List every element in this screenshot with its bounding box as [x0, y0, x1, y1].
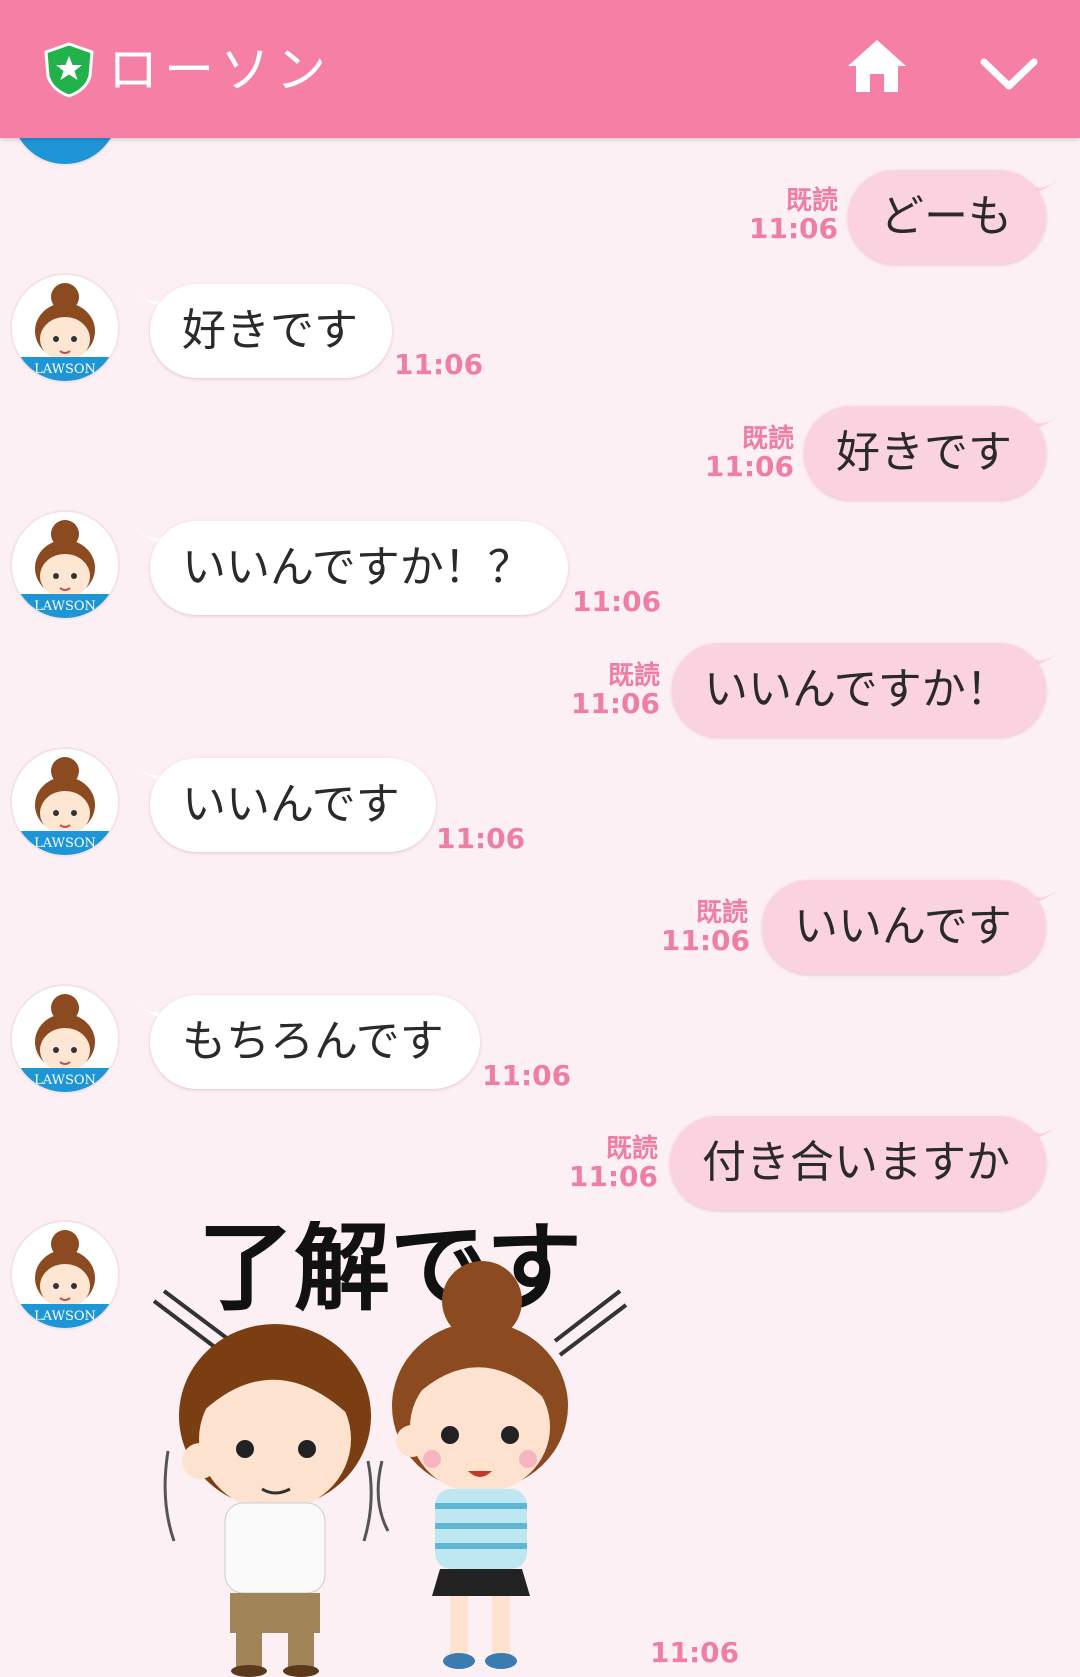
- home-icon[interactable]: [846, 36, 908, 96]
- svg-text:LAWSON: LAWSON: [34, 599, 96, 614]
- shield-star-icon: [44, 42, 94, 98]
- message-bubble[interactable]: いいんです: [150, 758, 436, 852]
- sticker-ryoukai[interactable]: 了解です: [150, 1221, 630, 1677]
- message-time: 11:06: [660, 924, 750, 957]
- message-time: 11:06: [748, 212, 838, 245]
- avatar[interactable]: LAWSON: [12, 275, 118, 381]
- message-bubble[interactable]: もちろんです: [150, 995, 480, 1089]
- svg-text:LAWSON: LAWSON: [34, 1309, 96, 1324]
- message-time: 11:06: [436, 822, 526, 855]
- svg-text:LAWSON: LAWSON: [34, 836, 96, 851]
- message-bubble[interactable]: 好きです: [804, 406, 1046, 500]
- message-bubble[interactable]: 好きです: [150, 284, 392, 378]
- message-time: 11:06: [482, 1059, 572, 1092]
- avatar[interactable]: LAWSON: [12, 1222, 118, 1328]
- chat-header: ローソン: [0, 0, 1080, 138]
- message-time: 11:06: [572, 585, 662, 618]
- message-time: 11:06: [650, 1636, 740, 1669]
- message-bubble[interactable]: いいんですか！: [672, 643, 1046, 737]
- message-time: 11:06: [704, 450, 794, 483]
- message-time: 11:06: [570, 687, 660, 720]
- avatar[interactable]: LAWSON: [12, 512, 118, 618]
- message-time: 11:06: [568, 1160, 658, 1193]
- chevron-down-icon[interactable]: [978, 54, 1040, 94]
- message-bubble[interactable]: 付き合いますか: [670, 1116, 1046, 1210]
- svg-text:了解です: 了解です: [198, 1221, 582, 1324]
- message-bubble[interactable]: いいんです: [762, 880, 1046, 974]
- svg-text:LAWSON: LAWSON: [34, 362, 96, 377]
- message-list[interactable]: 既読 11:06 どーも LAWSON 好きです 11:06 既読 11:06 …: [0, 138, 1080, 1677]
- svg-text:LAWSON: LAWSON: [34, 1073, 96, 1088]
- chat-title: ローソン: [108, 41, 332, 99]
- message-bubble[interactable]: いいんですか！？: [150, 521, 568, 615]
- avatar[interactable]: LAWSON: [12, 749, 118, 855]
- message-time: 11:06: [394, 348, 484, 381]
- avatar[interactable]: [12, 138, 118, 164]
- avatar[interactable]: LAWSON: [12, 986, 118, 1092]
- message-bubble[interactable]: どーも: [848, 170, 1046, 264]
